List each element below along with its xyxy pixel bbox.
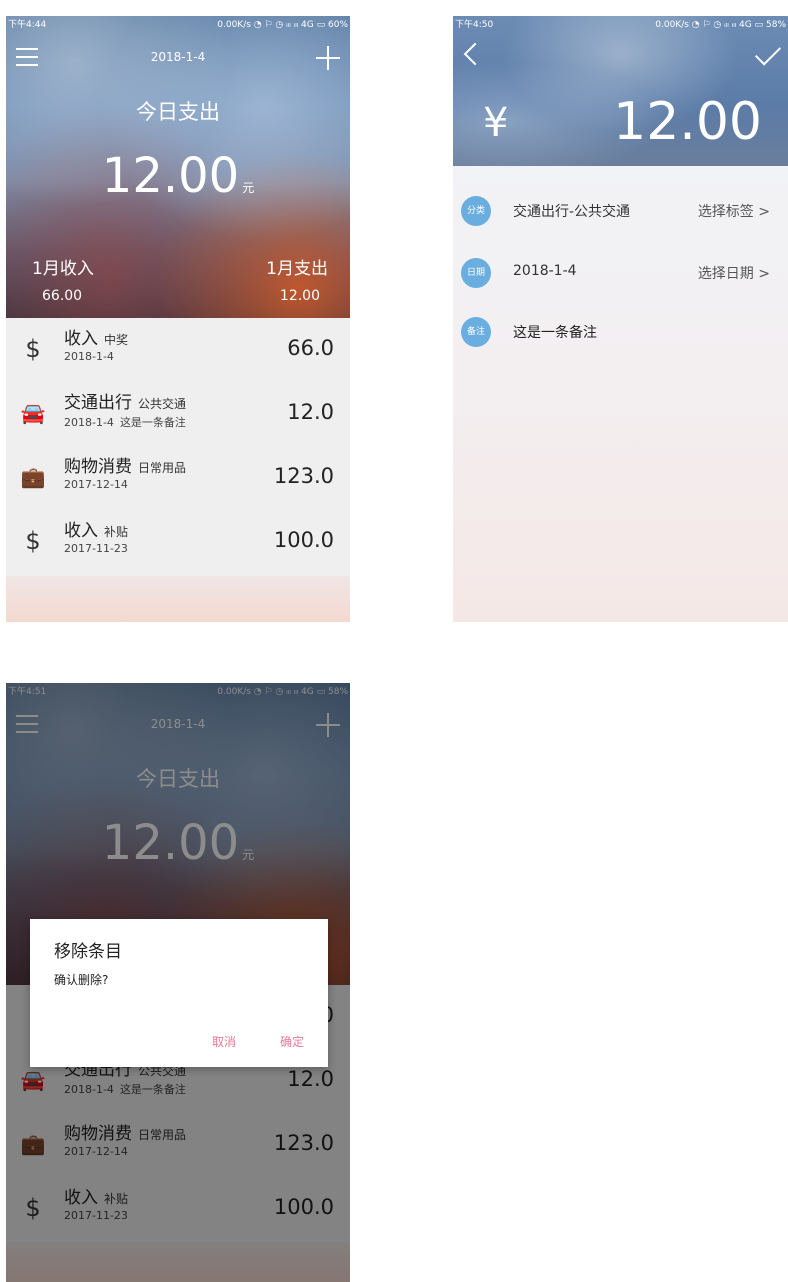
currency-symbol: ¥ xyxy=(483,100,509,146)
entry-name: 购物消费 xyxy=(64,457,132,477)
date-badge: 日期 xyxy=(461,258,491,288)
dollar-icon: $ xyxy=(25,335,41,363)
car-icon: 🚘 xyxy=(20,401,46,425)
month-expense-value: 12.00 xyxy=(279,288,320,304)
status-bar: 下午4:44 0.00K/s ◔ ⚐ ◷ ᵢₗₗ ᵢₗₗ 4G ▭ 60% xyxy=(6,16,350,34)
delete-dialog-screen: 下午4:51 0.00K/s ◔ ⚐ ◷ ᵢₗₗ ᵢₗₗ 4G ▭ 58% 20… xyxy=(6,683,350,1282)
list-item[interactable]: 🚘 交通出行 公共交通 2018-1-4 这是一条备注 12.0 xyxy=(6,382,350,444)
status-info: 0.00K/s ◔ ⚐ ◷ ᵢₗₗ ᵢₗₗ 4G ▭ 58% xyxy=(655,20,786,30)
confirm-button[interactable]: 确定 xyxy=(280,1033,304,1050)
edit-entry-screen: 下午4:50 0.00K/s ◔ ⚐ ◷ ᵢₗₗ ᵢₗₗ 4G ▭ 58% ¥ … xyxy=(453,16,788,622)
entry-tag: 公共交通 xyxy=(138,397,187,411)
form-background xyxy=(453,166,788,622)
entry-list: $ 收入 中奖 2018-1-4 66.0 🚘 交通出行 公共交通 2018-1-4… xyxy=(6,318,350,576)
date-value: 2018-1-4 xyxy=(513,263,577,279)
note-field[interactable]: 这是一条备注 xyxy=(513,322,597,342)
entry-amount: 66.0 xyxy=(287,336,334,360)
month-income-value: 66.00 xyxy=(42,288,83,304)
select-date-link[interactable]: 选择日期 > xyxy=(698,263,770,283)
briefcase-icon: 💼 xyxy=(20,465,46,489)
list-item[interactable]: $ 收入 补贴 2017-11-23 100.0 xyxy=(6,510,350,572)
category-badge: 分类 xyxy=(461,196,491,226)
entry-name: 交通出行 xyxy=(64,393,132,413)
list-item[interactable]: $ 收入 中奖 2018-1-4 66.0 xyxy=(6,318,350,380)
category-row[interactable]: 分类 交通出行-公共交通 选择标签 > xyxy=(453,191,788,231)
category-value: 交通出行-公共交通 xyxy=(513,204,631,220)
status-info: 0.00K/s ◔ ⚐ ◷ ᵢₗₗ ᵢₗₗ 4G ▭ 60% xyxy=(217,20,348,30)
main-screen: 下午4:44 0.00K/s ◔ ⚐ ◷ ᵢₗₗ ᵢₗₗ 4G ▭ 60% 20… xyxy=(6,16,350,622)
header-date[interactable]: 2018-1-4 xyxy=(6,50,350,64)
today-expense-amount: 12.00 元 xyxy=(6,148,350,204)
entry-date: 2017-11-23 xyxy=(64,542,128,555)
date-row[interactable]: 日期 2018-1-4 选择日期 > xyxy=(453,253,788,293)
add-icon[interactable] xyxy=(316,46,340,70)
remove-item-dialog: 移除条目 确认删除? 取消 确定 xyxy=(30,919,328,1067)
amount-value: 12.00 xyxy=(101,148,240,204)
entry-amount: 123.0 xyxy=(273,464,334,488)
today-expense-title: 今日支出 xyxy=(136,100,220,124)
cancel-button[interactable]: 取消 xyxy=(212,1033,236,1050)
dialog-message: 确认删除? xyxy=(54,973,109,987)
entry-name: 收入 xyxy=(64,521,98,541)
select-tag-link[interactable]: 选择标签 > xyxy=(698,201,770,221)
entry-note: 这是一条备注 xyxy=(119,416,186,429)
list-item[interactable]: 💼 购物消费 日常用品 2017-12-14 123.0 xyxy=(6,446,350,508)
status-time: 下午4:44 xyxy=(8,20,47,30)
month-income-label: 1月收入 xyxy=(32,259,94,279)
entry-date: 2018-1-4 xyxy=(64,350,114,363)
amount-input[interactable]: 12.00 xyxy=(613,92,762,152)
month-expense-label: 1月支出 xyxy=(266,259,328,279)
dialog-title: 移除条目 xyxy=(54,942,122,962)
list-footer-background xyxy=(6,576,350,622)
status-time: 下午4:50 xyxy=(455,20,494,30)
entry-amount: 12.0 xyxy=(287,400,334,424)
status-bar: 下午4:50 0.00K/s ◔ ⚐ ◷ ᵢₗₗ ᵢₗₗ 4G ▭ 58% xyxy=(453,16,788,34)
note-row[interactable]: 备注 这是一条备注 xyxy=(453,312,788,352)
entry-amount: 100.0 xyxy=(273,528,334,552)
dollar-icon: $ xyxy=(25,527,41,555)
amount-unit: 元 xyxy=(242,181,255,195)
entry-tag: 中奖 xyxy=(104,333,129,347)
entry-date: 2018-1-4 xyxy=(64,416,114,429)
entry-date: 2017-12-14 xyxy=(64,478,128,491)
note-badge: 备注 xyxy=(461,317,491,347)
entry-name: 收入 xyxy=(64,329,98,349)
entry-tag: 日常用品 xyxy=(138,461,187,475)
entry-tag: 补贴 xyxy=(104,525,129,539)
